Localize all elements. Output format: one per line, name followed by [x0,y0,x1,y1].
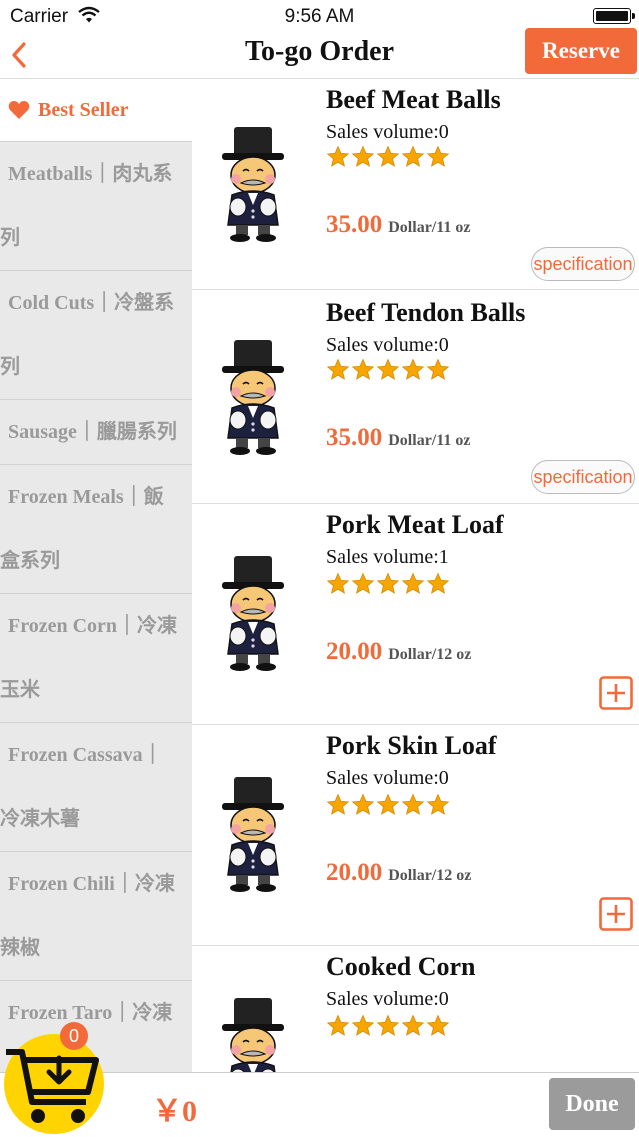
rating-stars [326,572,450,596]
category-label-continued: 列 [0,227,20,249]
category-label-continued: 列 [0,356,20,378]
product-price: 20.00 Dollar/12 oz [326,859,471,887]
category-item[interactable]: Frozen Meals｜飯 盒系列 [0,464,192,593]
star-icon [426,145,450,169]
category-best-seller[interactable]: Best Seller [0,79,192,141]
category-item[interactable]: Frozen Corn｜冷凍 玉米 [0,593,192,722]
navigation-bar: To-go Order Reserve [0,28,639,79]
price-unit: Dollar/11 oz [388,432,471,449]
star-icon [401,1014,425,1038]
star-icon [351,793,375,817]
star-icon [326,1014,350,1038]
category-label: Frozen Cassava｜ [8,744,163,766]
mascot-image [212,554,294,672]
product-row[interactable]: Cooked Corn Sales volume:0 [192,946,639,1073]
sales-volume: Sales volume:0 [326,334,449,356]
star-icon [326,145,350,169]
price-unit: Dollar/12 oz [388,646,472,663]
product-row[interactable]: Beef Meat Balls Sales volume:0 35.00 Doll… [192,79,639,290]
category-item[interactable]: Meatballs｜肉丸系 列 [0,141,192,270]
sales-volume: Sales volume:0 [326,767,449,789]
add-to-cart-icon[interactable] [599,676,633,710]
specification-button[interactable]: specification [531,247,635,281]
shopping-cart-icon[interactable] [4,1034,104,1134]
price-value: 20.00 [326,859,383,886]
price-value: 20.00 [326,638,383,665]
category-label: Frozen Chili｜冷凍 [8,873,175,895]
star-icon [376,572,400,596]
star-icon [326,358,350,382]
heart-icon [8,101,30,119]
star-icon [376,1014,400,1038]
category-label-continued: 冷凍木薯 [0,808,80,830]
product-list: Beef Meat Balls Sales volume:0 35.00 Doll… [192,79,639,1073]
category-label: Meatballs｜肉丸系 [8,163,173,185]
status-time: 9:56 AM [284,6,355,27]
product-name: Pork Meat Loaf [326,510,504,539]
star-icon [401,793,425,817]
battery-icon [593,8,635,24]
category-label-continued: 辣椒 [0,937,40,959]
star-icon [351,572,375,596]
category-item[interactable]: Frozen Cassava｜ 冷凍木薯 [0,722,192,851]
add-to-cart-icon[interactable] [599,897,633,931]
mascot-image [212,775,294,893]
sales-volume: Sales volume:0 [326,121,449,143]
star-icon [376,358,400,382]
star-icon [401,145,425,169]
cart-total: ￥0 [152,1095,197,1128]
mascot-image [212,338,294,456]
product-price: 35.00 Dollar/11 oz [326,424,470,452]
star-icon [401,572,425,596]
sales-volume: Sales volume:0 [326,988,449,1010]
product-price: 20.00 Dollar/12 oz [326,638,471,666]
category-label: Cold Cuts｜冷盤系 [8,292,175,314]
rating-stars [326,358,450,382]
cart-count-badge: 0 [60,1022,88,1050]
star-icon [351,145,375,169]
rating-stars [326,793,450,817]
price-unit: Dollar/11 oz [388,219,471,236]
category-label: Frozen Corn｜冷凍 [8,615,178,637]
star-icon [426,793,450,817]
star-icon [426,358,450,382]
category-item[interactable]: Sausage｜臘腸系列 [0,399,192,464]
done-button[interactable]: Done [549,1078,635,1130]
product-row[interactable]: Pork Meat Loaf Sales volume:1 20.00 Dolla… [192,504,639,725]
product-name: Cooked Corn [326,952,476,981]
mascot-image [212,996,294,1073]
mascot-image [212,125,294,243]
rating-stars [326,145,450,169]
category-item[interactable]: Frozen Chili｜冷凍 辣椒 [0,851,192,980]
star-icon [426,1014,450,1038]
category-label-continued: 盒系列 [0,550,60,572]
category-label: Frozen Meals｜飯 [8,486,164,508]
sales-volume: Sales volume:1 [326,546,449,568]
star-icon [401,358,425,382]
rating-stars [326,1014,450,1038]
product-name: Beef Meat Balls [326,85,501,114]
category-item[interactable]: Cold Cuts｜冷盤系 列 [0,270,192,399]
product-name: Beef Tendon Balls [326,298,526,327]
price-unit: Dollar/12 oz [388,867,472,884]
star-icon [351,358,375,382]
product-row[interactable]: Beef Tendon Balls Sales volume:0 35.00 Do… [192,290,639,504]
star-icon [426,572,450,596]
price-value: 35.00 [326,211,383,238]
category-label: Best Seller [38,98,129,121]
product-price: 35.00 Dollar/11 oz [326,211,470,239]
star-icon [376,145,400,169]
product-name: Pork Skin Loaf [326,731,497,760]
specification-button[interactable]: specification [531,460,635,494]
product-row[interactable]: Pork Skin Loaf Sales volume:0 20.00 Dolla… [192,725,639,946]
reserve-button[interactable]: Reserve [525,28,637,74]
category-label: Sausage｜臘腸系列 [8,421,177,443]
star-icon [351,1014,375,1038]
star-icon [326,572,350,596]
star-icon [376,793,400,817]
category-label-continued: 玉米 [0,679,40,701]
category-sidebar: Best Seller Meatballs｜肉丸系 列 Cold Cuts｜冷盤… [0,79,192,1073]
star-icon [326,793,350,817]
price-value: 35.00 [326,424,383,451]
